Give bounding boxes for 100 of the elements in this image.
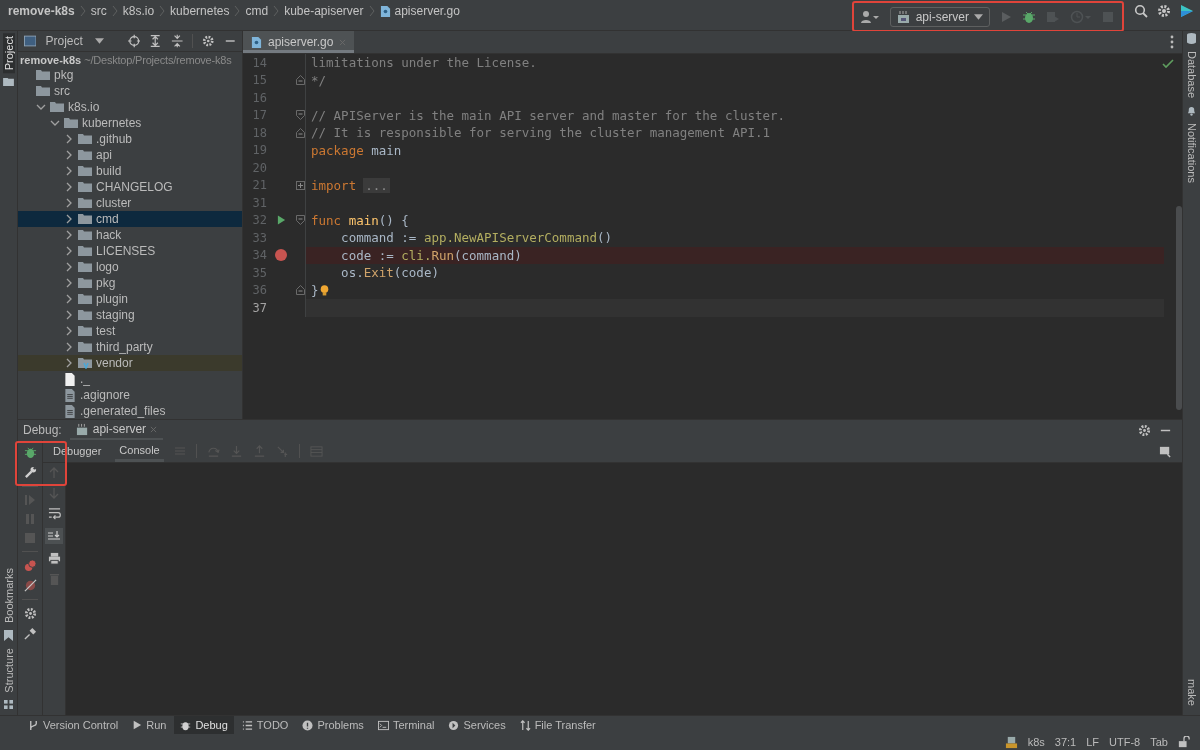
tree-item[interactable]: cluster (18, 195, 242, 211)
tool-window-button[interactable]: TODO (235, 716, 295, 734)
bug-icon[interactable] (23, 446, 37, 459)
breakpoints-icon[interactable] (23, 559, 37, 572)
session-tab[interactable]: api-server (69, 420, 164, 440)
tree-item[interactable]: .generated_files (18, 403, 242, 419)
tree-item[interactable]: api (18, 147, 242, 163)
tool-window-tab[interactable]: Notifications (1185, 120, 1198, 186)
tool-window-button[interactable]: Run (126, 716, 173, 734)
pin-icon[interactable] (23, 627, 37, 640)
chevron-icon[interactable] (64, 326, 74, 336)
project-root-name[interactable]: remove-k8s (20, 53, 82, 66)
tree-item[interactable]: hack (18, 227, 242, 243)
tool-window-button[interactable]: Problems (296, 716, 370, 734)
status-item[interactable]: LF (1086, 736, 1100, 748)
expand-all-icon[interactable] (149, 34, 162, 49)
chevron-icon[interactable] (36, 102, 46, 112)
tree-item[interactable]: third_party (18, 339, 242, 355)
tree-item[interactable]: plugin (18, 291, 242, 307)
chevron-icon[interactable] (50, 118, 60, 128)
tree-item[interactable]: build (18, 163, 242, 179)
layout-icon[interactable] (1159, 444, 1172, 458)
tree-item[interactable]: test (18, 323, 242, 339)
chevron-icon[interactable] (64, 150, 74, 160)
project-tool-tab[interactable]: Project (2, 33, 15, 74)
fold-icon[interactable] (295, 110, 305, 121)
tool-window-button[interactable]: Services (442, 716, 512, 734)
settings-icon[interactable] (1157, 4, 1171, 18)
mute-breakpoints-icon[interactable] (23, 579, 37, 592)
wrench-icon[interactable] (23, 466, 37, 479)
collapse-all-icon[interactable] (170, 34, 184, 49)
tree-item[interactable]: logo (18, 259, 242, 275)
fold-icon[interactable] (295, 285, 305, 296)
tree-item[interactable]: .github (18, 131, 242, 147)
run-icon[interactable] (276, 215, 286, 226)
chevron-icon[interactable] (64, 342, 74, 352)
lightbulb-icon[interactable] (319, 284, 329, 296)
tool-window-button[interactable]: Version Control (22, 716, 125, 734)
lock-icon[interactable] (1178, 736, 1190, 748)
tree-item[interactable]: vendor (18, 355, 242, 371)
run-config-dropdown[interactable]: api-server (889, 6, 990, 27)
chevron-icon[interactable] (64, 182, 74, 192)
breadcrumb-item[interactable]: cmd (245, 4, 269, 18)
bug-icon[interactable] (1022, 9, 1036, 24)
breadcrumb-item[interactable]: apiserver.go (379, 4, 460, 18)
tree-item[interactable]: staging (18, 307, 242, 323)
breadcrumb-item[interactable]: src (90, 4, 107, 18)
editor-tab[interactable]: apiserver.go (243, 31, 355, 53)
fold-icon[interactable] (295, 75, 305, 86)
breadcrumb-item[interactable]: kube-apiserver (284, 4, 364, 18)
scroll-to-end-icon[interactable] (45, 528, 63, 544)
status-item[interactable]: k8s (1027, 736, 1045, 748)
breadcrumb-item[interactable]: k8s.io (122, 4, 155, 18)
tool-window-tab[interactable]: make (1185, 676, 1198, 709)
app-logo-icon[interactable] (1180, 4, 1194, 18)
tree-item[interactable]: LICENSES (18, 243, 242, 259)
status-item[interactable]: 37:1 (1054, 736, 1077, 748)
tool-window-button[interactable]: Terminal (371, 716, 441, 734)
tree-item[interactable]: .agignore (18, 387, 242, 403)
chevron-icon[interactable] (64, 278, 74, 288)
chevron-icon[interactable] (64, 166, 74, 176)
tree-item[interactable]: k8s.io (18, 99, 242, 115)
breadcrumb-item[interactable]: kubernetes (170, 4, 230, 18)
tool-window-tab[interactable]: Bookmarks (2, 565, 15, 627)
chevron-icon[interactable] (64, 198, 74, 208)
tool-window-tab[interactable]: Structure (2, 645, 15, 696)
settings-icon[interactable] (1138, 423, 1151, 437)
settings-icon[interactable] (202, 34, 215, 49)
chevron-icon[interactable] (64, 358, 74, 368)
tree-item[interactable]: cmd (18, 211, 242, 227)
soft-wrap-icon[interactable] (47, 507, 61, 520)
tree-item[interactable]: kubernetes (18, 115, 242, 131)
project-view-dropdown[interactable]: Project (45, 34, 104, 49)
search-icon[interactable] (1134, 4, 1148, 18)
print-icon[interactable] (47, 552, 61, 565)
chevron-icon[interactable] (64, 310, 74, 320)
user-icon[interactable] (859, 9, 880, 24)
breadcrumb-item[interactable]: remove-k8s (8, 4, 75, 18)
status-item[interactable]: UTF-8 (1109, 736, 1141, 748)
tree-item[interactable]: src (18, 83, 242, 99)
chevron-icon[interactable] (64, 230, 74, 240)
status-item[interactable]: Tab (1150, 736, 1168, 748)
chevron-icon[interactable] (64, 214, 74, 224)
breakpoint-icon[interactable] (275, 249, 287, 262)
more-icon[interactable] (1170, 35, 1174, 49)
settings-icon[interactable] (23, 607, 37, 620)
chevron-icon[interactable] (64, 134, 74, 144)
chevron-icon[interactable] (64, 246, 74, 256)
tool-window-tab[interactable]: Database (1185, 48, 1198, 102)
fold-icon[interactable] (295, 127, 305, 138)
tool-window-button[interactable]: File Transfer (513, 716, 602, 734)
locate-icon[interactable] (127, 34, 141, 49)
tree-item[interactable]: ._ (18, 371, 242, 387)
expand-fold-icon[interactable] (295, 180, 305, 190)
fold-icon[interactable] (295, 215, 305, 226)
tree-item[interactable]: pkg (18, 67, 242, 83)
chevron-icon[interactable] (64, 262, 74, 272)
chevron-icon[interactable] (64, 294, 74, 304)
tool-window-button[interactable]: Debug (174, 716, 234, 734)
tree-item[interactable]: pkg (18, 275, 242, 291)
